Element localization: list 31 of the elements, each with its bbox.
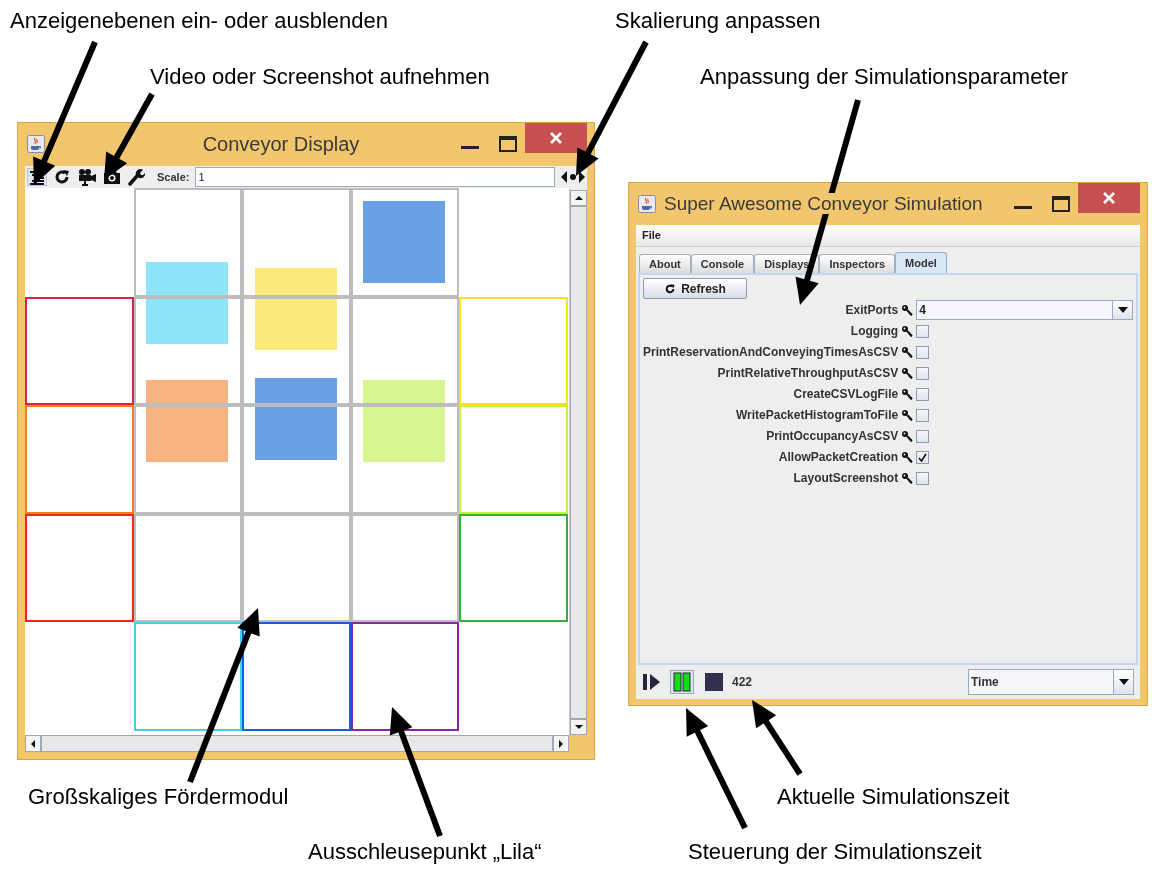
parameter-label: Logging	[849, 323, 899, 340]
parameter-label: PrintReservationAndConveyingTimesAsCSV	[643, 344, 899, 361]
annotation-label: Anpassung der Simulationsparameter	[700, 64, 1069, 90]
parameter-label: WritePacketHistogramToFile	[734, 407, 899, 424]
menu-item[interactable]: File	[642, 227, 661, 244]
scale-label: Scale:	[157, 169, 190, 185]
scale-field[interactable]: 1	[195, 167, 555, 188]
tab[interactable]: About	[639, 254, 691, 273]
annotation-label: Ausschleusepunkt „Lila“	[308, 839, 542, 865]
simulation-time: 422	[732, 674, 753, 691]
annotation-label: Steuerung der Simulationszeit	[688, 839, 982, 865]
window-title: Super Awesome Conveyor Simulation	[664, 192, 983, 214]
parameter-label: PrintOccupancyAsCSV	[765, 428, 899, 445]
annotation-label: Anzeigenebenen ein- oder ausblenden	[10, 8, 388, 34]
tab[interactable]: Inspectors	[819, 254, 896, 273]
exit-ports-dropdown[interactable]: 4	[916, 300, 1133, 320]
annotation-label: Aktuelle Simulationszeit	[777, 784, 1010, 810]
window-title: Conveyor Display	[202, 133, 360, 156]
parameter-label: LayoutScreenshot	[792, 470, 899, 487]
annotation-label: Video oder Screenshot aufnehmen	[150, 64, 490, 90]
annotation-label: Großskaliges Fördermodul	[28, 784, 289, 810]
parameter-label: CreateCSVLogFile	[792, 386, 899, 403]
tab[interactable]: Model	[895, 252, 947, 273]
refresh-button[interactable]: Refresh	[643, 278, 747, 299]
parameter-label: ExitPorts	[844, 302, 899, 319]
tab[interactable]: Displays	[754, 254, 820, 273]
parameter-label: AllowPacketCreation	[777, 449, 899, 466]
time-mode-dropdown[interactable]: Time	[968, 669, 1134, 695]
tab[interactable]: Console	[690, 254, 755, 273]
annotation-label: Skalierung anpassen	[615, 8, 821, 34]
parameter-label: PrintRelativeThroughputAsCSV	[716, 365, 899, 382]
